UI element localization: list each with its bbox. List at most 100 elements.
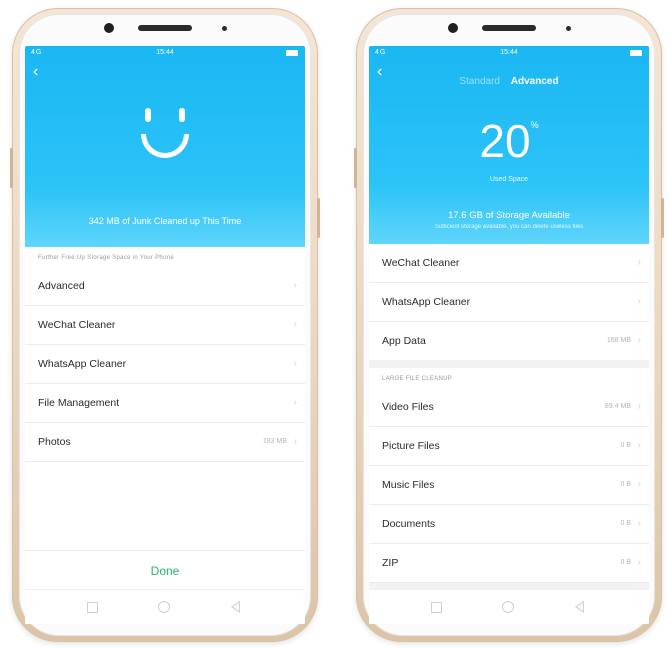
navigation-bar — [369, 589, 649, 624]
list-item-file-management[interactable]: File Management › — [25, 384, 305, 423]
list-item-label: ZIP — [382, 557, 399, 569]
battery-icon — [286, 50, 298, 56]
earpiece — [138, 25, 192, 31]
options-list: Further Free Up Storage Space in Your Ph… — [25, 247, 305, 550]
list-item-label: WeChat Cleaner — [38, 319, 116, 331]
list-item-whatsapp-cleaner[interactable]: WhatsApp Cleaner › — [369, 283, 649, 322]
status-bar: 4G 15:44 — [369, 46, 649, 60]
list-item-label: Video Files — [382, 401, 434, 413]
chevron-right-icon: › — [637, 557, 641, 568]
list-item-label: WhatsApp Cleaner — [38, 358, 127, 370]
home-circle-icon[interactable] — [502, 601, 514, 613]
storage-available-hint: Sufficient storage available, you can de… — [434, 224, 584, 230]
volume-button — [354, 148, 357, 188]
navigation-bar — [25, 589, 305, 624]
back-triangle-icon[interactable] — [575, 601, 584, 613]
chevron-right-icon: › — [637, 257, 641, 268]
section-label: LARGE FILE CLEANUP — [369, 368, 649, 388]
smiley-mouth-icon — [141, 134, 189, 158]
power-button — [317, 198, 320, 238]
chevron-right-icon: › — [293, 280, 297, 291]
top-sensors — [356, 22, 662, 34]
tab-standard[interactable]: Standard — [455, 76, 504, 87]
section-label: Further Free Up Storage Space in Your Ph… — [25, 247, 305, 267]
list-item-label: WeChat Cleaner — [382, 257, 460, 269]
list-item-label: App Data — [382, 335, 426, 347]
back-triangle-icon[interactable] — [231, 601, 240, 613]
list-item-size: 0 B — [620, 442, 631, 449]
list-item-picture-files[interactable]: Picture Files 0 B › — [369, 427, 649, 466]
top-sensors — [12, 22, 318, 34]
used-percentage: 20% — [369, 114, 649, 168]
phone-right: 4G 15:44 ‹ Standard Advanced 20% Used Sp… — [354, 8, 664, 642]
chevron-right-icon: › — [637, 518, 641, 529]
storage-header: 4G 15:44 ‹ Standard Advanced 20% Used Sp… — [369, 46, 649, 246]
storage-available: 17.6 GB of Storage Available — [448, 210, 570, 221]
chevron-right-icon: › — [637, 401, 641, 412]
chevron-right-icon: › — [293, 358, 297, 369]
list-item-label: Music Files — [382, 479, 435, 491]
proximity-sensor — [222, 26, 227, 31]
screen-left: 4G 15:44 ‹ 342 MB of Junk Cleaned up Thi… — [25, 46, 305, 624]
cleaner-list: WeChat Cleaner › WhatsApp Cleaner › App … — [369, 244, 649, 360]
smiley-eye-icon — [145, 108, 151, 122]
list-item-documents[interactable]: Documents 0 B › — [369, 505, 649, 544]
used-space-label: Used Space — [489, 176, 529, 183]
front-camera — [104, 23, 114, 33]
battery-icon — [630, 50, 642, 56]
used-percent-value: 20 — [479, 115, 531, 167]
recents-square-icon[interactable] — [87, 602, 98, 613]
chevron-right-icon: › — [637, 296, 641, 307]
home-circle-icon[interactable] — [158, 601, 170, 613]
list-item-label: File Management — [38, 397, 120, 409]
header-banner: 4G 15:44 ‹ 342 MB of Junk Cleaned up Thi… — [25, 46, 305, 251]
tab-advanced[interactable]: Advanced — [507, 76, 563, 87]
screen-right: 4G 15:44 ‹ Standard Advanced 20% Used Sp… — [369, 46, 649, 624]
proximity-sensor — [566, 26, 571, 31]
list-item-size: 89.4 MB — [604, 403, 631, 410]
smiley-icon — [135, 108, 195, 168]
chevron-right-icon: › — [637, 335, 641, 346]
recents-square-icon[interactable] — [431, 602, 442, 613]
list-item-wechat-cleaner[interactable]: WeChat Cleaner › — [25, 306, 305, 345]
list-item-video-files[interactable]: Video Files 89.4 MB › — [369, 388, 649, 427]
power-button — [661, 198, 664, 238]
list-item-size: 0 B — [620, 481, 631, 488]
list-item-label: Documents — [382, 518, 436, 530]
status-bar: 4G 15:44 — [25, 46, 305, 60]
list-item-zip[interactable]: ZIP 0 B › — [369, 544, 649, 583]
section-label-text: LARGE FILE CLEANUP — [382, 376, 453, 382]
front-camera — [448, 23, 458, 33]
done-button[interactable]: Done — [25, 550, 305, 591]
chevron-right-icon: › — [293, 319, 297, 330]
volume-button — [10, 148, 13, 188]
list-item-whatsapp-cleaner[interactable]: WhatsApp Cleaner › — [25, 345, 305, 384]
smiley-eye-icon — [179, 108, 185, 122]
section-label-text: Further Free Up Storage Space in Your Ph… — [38, 255, 174, 261]
list-item-app-data[interactable]: App Data 168 MB › — [369, 322, 649, 360]
list-item-label: WhatsApp Cleaner — [382, 296, 471, 308]
chevron-right-icon: › — [637, 440, 641, 451]
list-item-advanced[interactable]: Advanced › — [25, 267, 305, 306]
list-item-label: Advanced — [38, 280, 85, 292]
list-item-label: Photos — [38, 436, 71, 448]
earpiece — [482, 25, 536, 31]
mode-tabs: Standard Advanced — [369, 76, 649, 87]
list-item-size: 0 B — [620, 559, 631, 566]
phone-left: 4G 15:44 ‹ 342 MB of Junk Cleaned up Thi… — [10, 8, 320, 642]
list-item-wechat-cleaner[interactable]: WeChat Cleaner › — [369, 244, 649, 283]
chevron-right-icon: › — [293, 397, 297, 408]
list-item-size: 183 MB — [262, 438, 287, 445]
list-item-photos[interactable]: Photos 183 MB › — [25, 423, 305, 462]
list-item-label: Picture Files — [382, 440, 440, 452]
junk-cleaned-message: 342 MB of Junk Cleaned up This Time — [88, 216, 242, 226]
list-item-size: 0 B — [620, 520, 631, 527]
back-button[interactable]: ‹ — [33, 64, 38, 80]
chevron-right-icon: › — [293, 436, 297, 447]
chevron-right-icon: › — [637, 479, 641, 490]
large-file-list: LARGE FILE CLEANUP Video Files 89.4 MB ›… — [369, 368, 649, 583]
status-time: 15:44 — [156, 49, 174, 56]
status-time: 15:44 — [500, 49, 518, 56]
percent-symbol: % — [530, 120, 539, 130]
list-item-music-files[interactable]: Music Files 0 B › — [369, 466, 649, 505]
